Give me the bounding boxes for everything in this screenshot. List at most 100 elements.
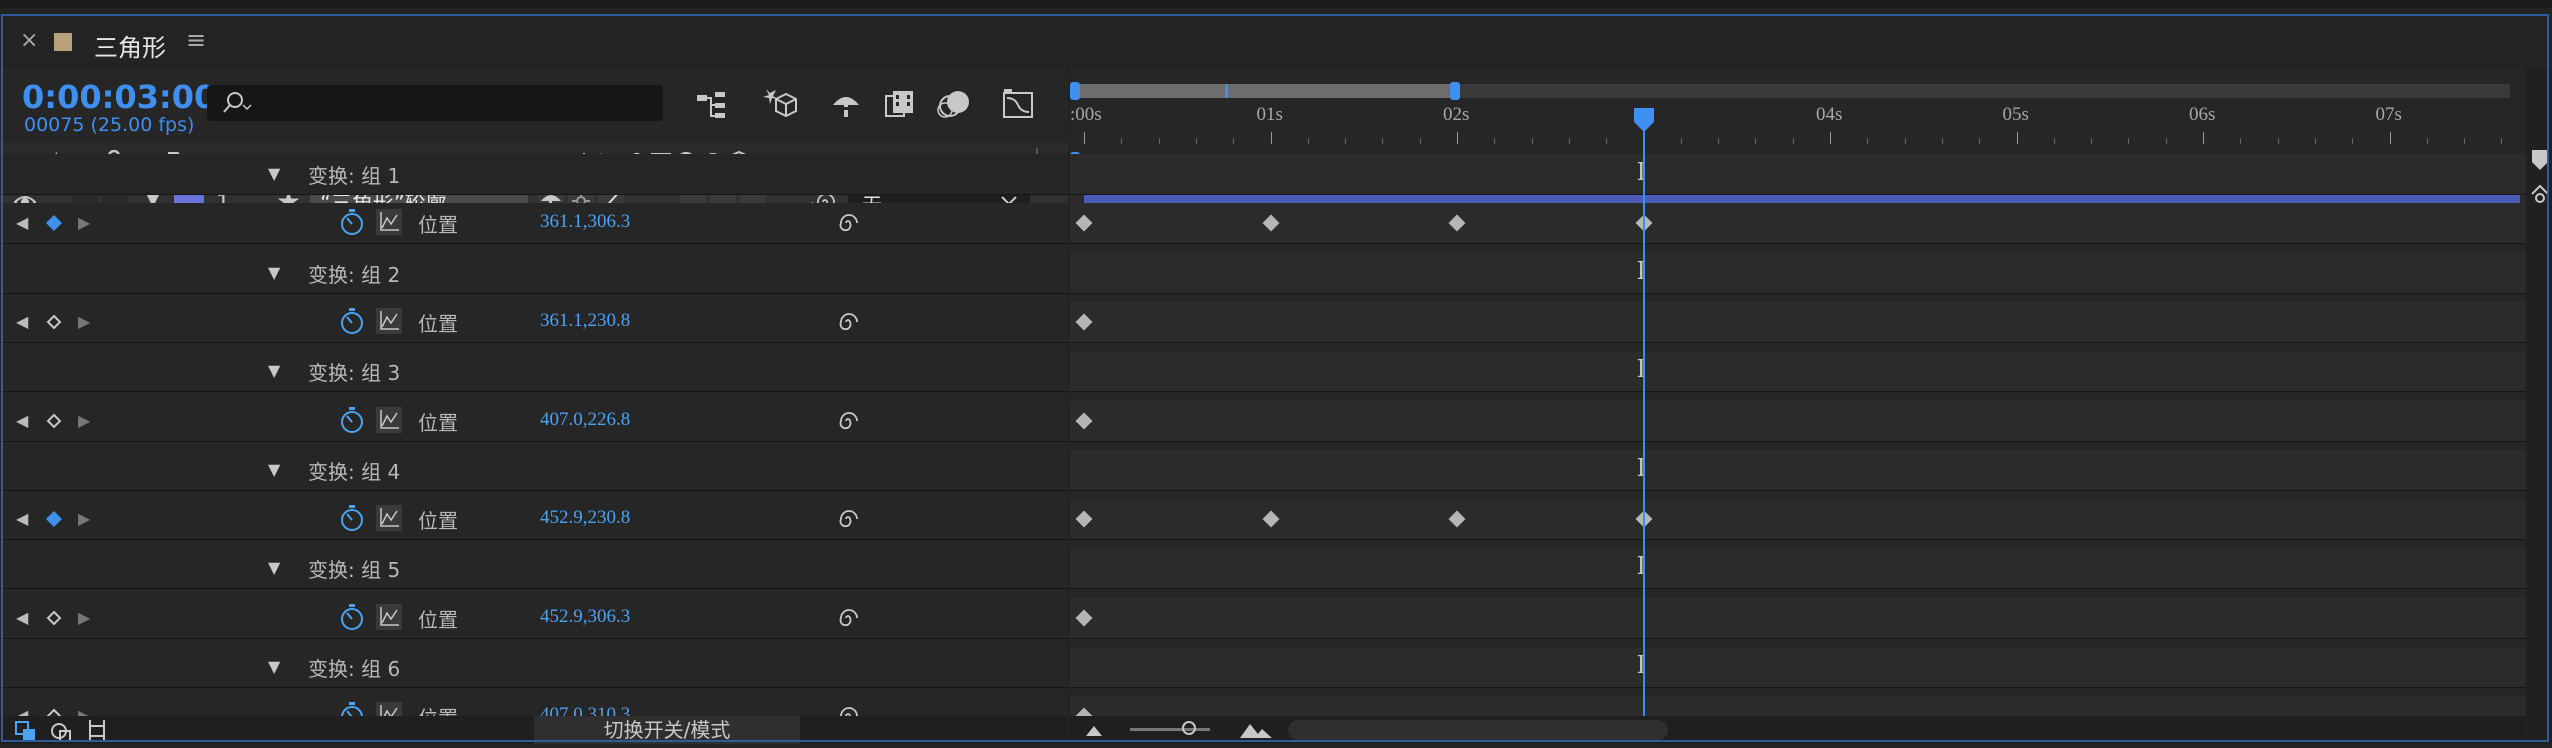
expression-pick-whip-icon[interactable] xyxy=(836,507,860,535)
keyframe-marker[interactable] xyxy=(1448,510,1466,528)
vertical-scrollbar[interactable] xyxy=(2526,68,2552,744)
tab-title[interactable]: 三角形 xyxy=(94,28,166,63)
graph-editor-set-icon[interactable] xyxy=(376,604,402,630)
add-keyframe-icon[interactable] xyxy=(44,312,64,336)
group-twirl-icon[interactable]: ▼ xyxy=(268,460,280,479)
group-label[interactable]: 变换: 组 5 xyxy=(308,554,400,583)
position-value[interactable]: 407.0,226.8 xyxy=(540,409,630,431)
timeline-hscroll[interactable] xyxy=(1288,720,1668,740)
group-twirl-icon[interactable]: ▼ xyxy=(268,558,280,577)
position-value[interactable]: 361.1,230.8 xyxy=(540,310,630,332)
navigator-start-handle[interactable] xyxy=(1070,82,1080,100)
keyframe-marker[interactable] xyxy=(1075,510,1093,528)
shy-layers-icon[interactable] xyxy=(826,84,866,124)
keyframe-marker[interactable] xyxy=(1075,609,1093,627)
position-property-row[interactable]: ◀ ▶ 位置 452.9,230.8 xyxy=(0,499,1068,540)
keyframe-nav-end-icon[interactable] xyxy=(2530,184,2550,208)
search-field[interactable] xyxy=(263,89,647,117)
zoom-in-mountain-icon[interactable] xyxy=(1238,720,1274,744)
ruler-minor-tick xyxy=(2128,138,2130,144)
group-twirl-icon[interactable]: ▼ xyxy=(268,263,280,282)
zoom-slider[interactable] xyxy=(1130,728,1210,731)
keyframe-marker[interactable] xyxy=(1262,510,1279,528)
expression-pick-whip-icon[interactable] xyxy=(836,211,860,239)
keyframe-marker[interactable] xyxy=(1075,313,1093,331)
stopwatch-icon[interactable] xyxy=(338,207,366,241)
group-label[interactable]: 变换: 组 6 xyxy=(308,653,400,682)
zoom-out-mountain-icon[interactable] xyxy=(1082,722,1108,742)
cti-head-icon[interactable] xyxy=(1632,106,1656,136)
stopwatch-icon[interactable] xyxy=(338,306,366,340)
next-keyframe-icon[interactable]: ▶ xyxy=(78,213,90,232)
group-row[interactable]: ▼ 变换: 组 5 xyxy=(0,548,1068,589)
stopwatch-icon[interactable] xyxy=(338,503,366,537)
group-row[interactable]: ▼ 变换: 组 3 xyxy=(0,351,1068,392)
flowchart-icon[interactable] xyxy=(692,84,732,124)
navigator-range[interactable] xyxy=(1074,84,1456,98)
keyframe-marker[interactable] xyxy=(1262,214,1279,232)
property-name: 位置 xyxy=(418,213,458,237)
next-keyframe-icon[interactable]: ▶ xyxy=(78,411,90,430)
group-row[interactable]: ▼ 变换: 组 2 xyxy=(0,253,1068,294)
add-keyframe-icon[interactable] xyxy=(44,213,64,237)
graph-editor-set-icon[interactable] xyxy=(376,308,402,334)
zoom-slider-thumb[interactable] xyxy=(1182,721,1196,735)
search-input[interactable] xyxy=(207,85,663,121)
toggle-switches-modes-button[interactable]: 切换开关/模式 xyxy=(534,716,800,744)
footer-bar: 切换开关/模式 xyxy=(0,716,1068,744)
next-keyframe-icon[interactable]: ▶ xyxy=(78,608,90,627)
navigator-end-handle[interactable] xyxy=(1450,82,1460,100)
panel-menu-icon[interactable]: ≡ xyxy=(186,26,206,54)
graph-editor-set-icon[interactable] xyxy=(376,407,402,433)
group-row[interactable]: ▼ 变换: 组 4 xyxy=(0,450,1068,491)
time-ruler[interactable]: :00s01s02s03s04s05s06s07s xyxy=(1070,100,2540,148)
next-keyframe-icon[interactable]: ▶ xyxy=(78,509,90,528)
group-label[interactable]: 变换: 组 4 xyxy=(308,456,400,485)
group-label[interactable]: 变换: 组 2 xyxy=(308,259,400,288)
prev-keyframe-icon[interactable]: ◀ xyxy=(16,608,28,627)
group-twirl-icon[interactable]: ▼ xyxy=(268,361,280,380)
group-twirl-icon[interactable]: ▼ xyxy=(268,164,280,183)
expression-pick-whip-icon[interactable] xyxy=(836,409,860,437)
group-row[interactable]: ▼ 变换: 组 1 xyxy=(0,154,1068,195)
current-timecode[interactable]: 0:00:03:00 xyxy=(22,78,216,116)
next-keyframe-icon[interactable]: ▶ xyxy=(78,312,90,331)
time-navigator[interactable] xyxy=(1070,82,2510,100)
stopwatch-icon[interactable] xyxy=(338,405,366,439)
position-value[interactable]: 452.9,306.3 xyxy=(540,606,630,628)
add-keyframe-icon[interactable] xyxy=(44,411,64,435)
prev-keyframe-icon[interactable]: ◀ xyxy=(16,312,28,331)
graph-editor-icon[interactable] xyxy=(998,84,1038,124)
prev-keyframe-icon[interactable]: ◀ xyxy=(16,411,28,430)
frame-blending-icon[interactable] xyxy=(880,84,920,124)
position-property-row[interactable]: ◀ ▶ 位置 361.1,306.3 xyxy=(0,203,1068,244)
keyframe-marker[interactable] xyxy=(1075,412,1093,430)
close-tab-icon[interactable]: × xyxy=(20,28,38,53)
expression-pick-whip-icon[interactable] xyxy=(836,310,860,338)
scroll-end-marker-icon[interactable] xyxy=(2530,148,2550,178)
position-property-row[interactable]: ◀ ▶ 位置 361.1,230.8 xyxy=(0,302,1068,343)
graph-editor-set-icon[interactable] xyxy=(376,209,402,235)
prev-keyframe-icon[interactable]: ◀ xyxy=(16,213,28,232)
position-value[interactable]: 452.9,230.8 xyxy=(540,507,630,529)
ruler-minor-tick xyxy=(1867,138,1869,144)
draft-3d-icon[interactable] xyxy=(760,82,800,122)
group-label[interactable]: 变换: 组 1 xyxy=(308,160,400,189)
position-property-row[interactable]: ◀ ▶ 位置 407.0,226.8 xyxy=(0,401,1068,442)
ruler-label: 05s xyxy=(2002,104,2029,125)
add-keyframe-icon[interactable] xyxy=(44,608,64,632)
prev-keyframe-icon[interactable]: ◀ xyxy=(16,509,28,528)
group-row[interactable]: ▼ 变换: 组 6 xyxy=(0,647,1068,688)
group-twirl-icon[interactable]: ▼ xyxy=(268,657,280,676)
position-property-row[interactable]: ◀ ▶ 位置 452.9,306.3 xyxy=(0,598,1068,639)
expression-pick-whip-icon[interactable] xyxy=(836,606,860,634)
motion-blur-icon[interactable] xyxy=(934,84,974,124)
graph-editor-set-icon[interactable] xyxy=(376,505,402,531)
group-label[interactable]: 变换: 组 3 xyxy=(308,357,400,386)
keyframe-marker[interactable] xyxy=(1448,214,1466,232)
current-time-indicator[interactable] xyxy=(1633,108,1654,744)
add-keyframe-icon[interactable] xyxy=(44,509,64,533)
position-value[interactable]: 361.1,306.3 xyxy=(540,211,630,233)
stopwatch-icon[interactable] xyxy=(338,602,366,636)
keyframe-marker[interactable] xyxy=(1075,214,1093,232)
